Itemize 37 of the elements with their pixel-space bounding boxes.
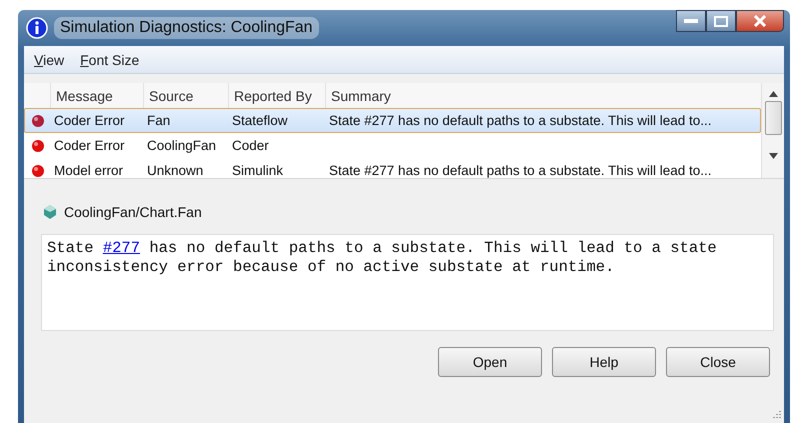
block-path: CoolingFan/Chart.Fan (64, 204, 202, 220)
close-button[interactable] (736, 10, 784, 32)
table-cell-text: Unknown (146, 163, 204, 178)
dialog-button[interactable]: Help (552, 347, 656, 377)
error-icon (31, 138, 45, 152)
message-detail: State #277 has no default paths to a substate. This will lead to a state inconsistency error because of no active substate at runtime. (41, 234, 774, 331)
dialog-button[interactable]: Open (438, 347, 542, 377)
maximize-icon (714, 16, 728, 26)
message-row[interactable]: Coder Error Fan Stateflow State #277 has no default paths to a substate. This will lead to... (24, 108, 761, 133)
menu-item[interactable]: View (34, 52, 64, 68)
chart-icon (44, 205, 56, 219)
scroll-down-icon[interactable] (768, 153, 778, 159)
menu-item[interactable]: Font Size (80, 52, 140, 68)
table-cell-text: Coder (231, 138, 270, 153)
close-icon (753, 15, 767, 27)
window-title: Simulation Diagnostics: CoolingFan (54, 17, 319, 39)
table-cell-text: Coder Error (53, 113, 126, 128)
scrollbar[interactable] (761, 83, 784, 178)
dialog-button[interactable]: Close (666, 347, 770, 377)
table-cell-text: Fan (146, 113, 172, 128)
scrollbar-thumb[interactable] (764, 101, 782, 135)
table-cell-text: Simulink (231, 163, 284, 178)
minimize-button[interactable] (676, 10, 706, 32)
table-cell-text: CoolingFan (146, 138, 218, 153)
error-icon (31, 164, 45, 178)
state-link[interactable]: #277 (102, 239, 140, 257)
table-cell-text: State #277 has no default paths to a substate. This will lead to... (328, 163, 712, 178)
scroll-up-icon[interactable] (768, 91, 778, 97)
info-icon (26, 17, 48, 39)
maximize-button[interactable] (706, 10, 736, 32)
error-icon (31, 114, 45, 128)
table-cell-text: Stateflow (231, 113, 289, 128)
table-cell-text: State #277 has no default paths to a substate. This will lead to... (328, 113, 712, 128)
resize-grip-icon[interactable] (770, 409, 782, 421)
minimize-icon (684, 19, 698, 23)
table-cell-text: Model error (53, 163, 124, 178)
table-cell-text: Coder Error (53, 138, 126, 153)
